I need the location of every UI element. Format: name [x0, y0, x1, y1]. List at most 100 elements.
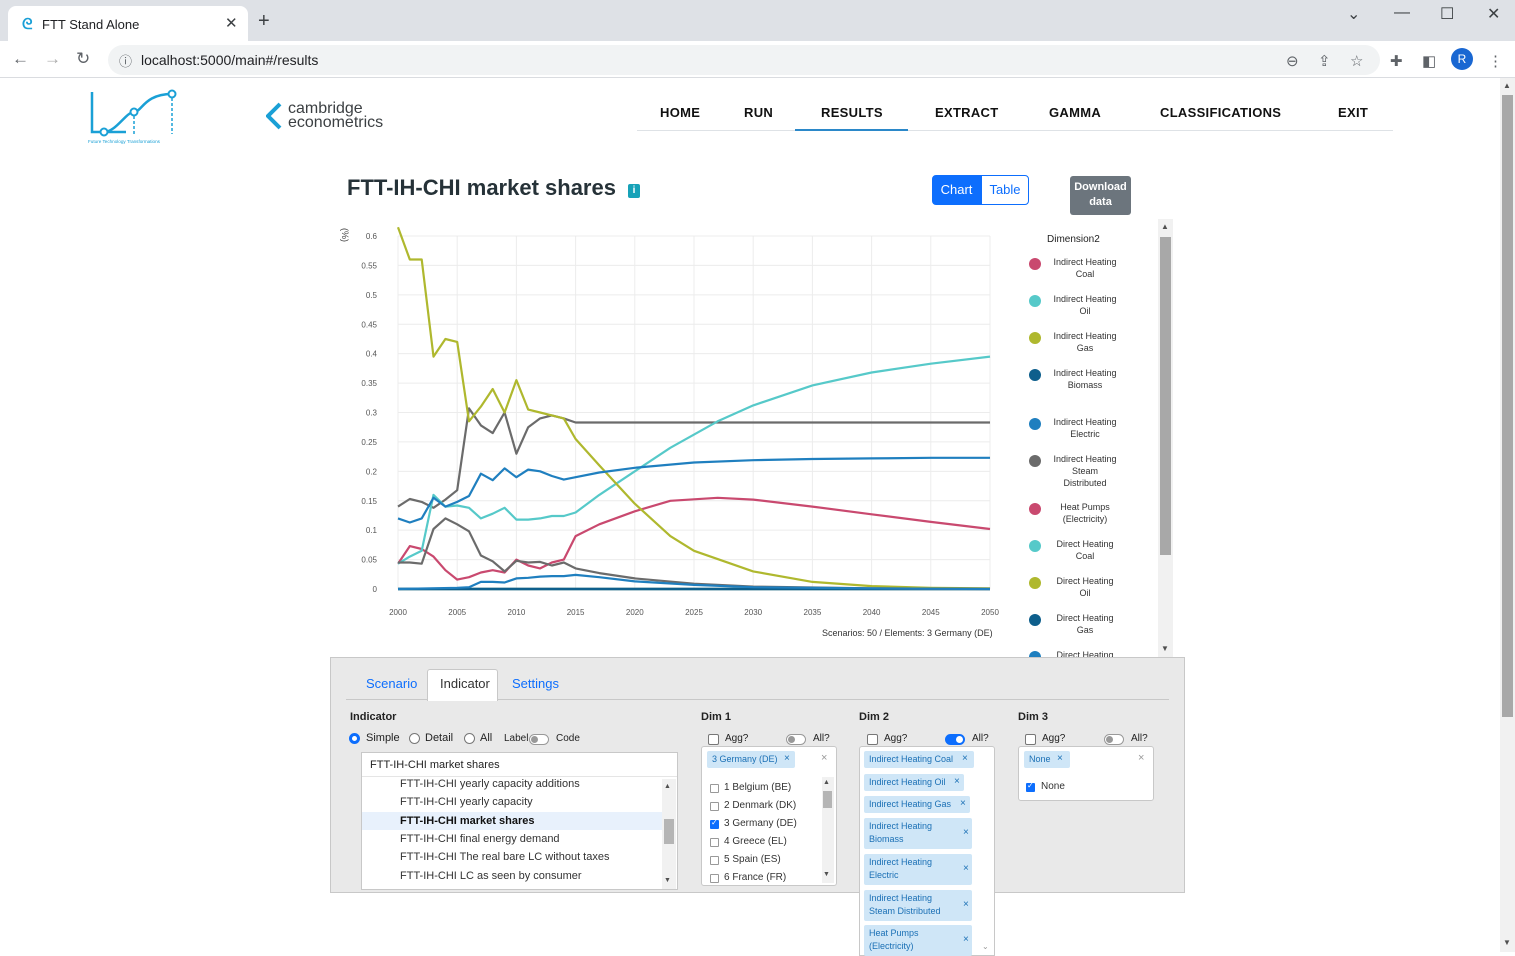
nav-gamma[interactable]: GAMMA — [1049, 105, 1101, 120]
nav-home[interactable]: HOME — [660, 105, 700, 120]
dim1-option[interactable]: 1 Belgium (BE) — [724, 782, 791, 793]
side-panel-icon[interactable]: ◧ — [1422, 52, 1436, 70]
nav-classifications[interactable]: CLASSIFICATIONS — [1160, 105, 1281, 120]
zoom-icon[interactable]: ⊖ — [1286, 52, 1299, 70]
close-tab-icon[interactable]: ✕ — [225, 14, 238, 32]
remove-chip-icon[interactable]: × — [954, 776, 960, 787]
scroll-down-icon[interactable]: ▼ — [1161, 644, 1169, 653]
indicator-option-selected[interactable]: FTT-IH-CHI market shares — [362, 812, 662, 830]
share-icon[interactable]: ⇪ — [1318, 52, 1331, 70]
close-window-icon[interactable]: ✕ — [1487, 4, 1500, 24]
scroll-up-icon[interactable]: ▲ — [1503, 81, 1511, 90]
remove-chip-icon[interactable]: × — [960, 798, 966, 809]
scroll-down-icon[interactable]: ▼ — [664, 877, 671, 884]
address-bar[interactable]: ⓘ localhost:5000/main#/results — [108, 45, 1380, 75]
dim3-option[interactable]: None — [1041, 781, 1065, 792]
remove-chip-icon[interactable]: × — [1057, 753, 1063, 764]
minimize-icon[interactable]: — — [1394, 4, 1410, 22]
remove-chip-icon[interactable]: × — [963, 899, 969, 910]
dim2-chip[interactable]: Indirect Heating Oil — [864, 774, 964, 791]
clear-selection-icon[interactable]: × — [1138, 752, 1144, 764]
remove-chip-icon[interactable]: × — [962, 753, 968, 764]
dim1-all-toggle[interactable] — [786, 734, 806, 745]
new-tab-icon[interactable]: + — [258, 11, 270, 31]
page-scroll-thumb[interactable] — [1502, 95, 1513, 717]
legend-scroll-thumb[interactable] — [1160, 237, 1171, 555]
indicator-scroll-thumb[interactable] — [664, 819, 674, 844]
back-icon[interactable]: ← — [12, 49, 29, 69]
dim1-option-checkbox[interactable] — [710, 784, 719, 793]
bookmark-star-icon[interactable]: ☆ — [1350, 52, 1363, 70]
menu-kebab-icon[interactable]: ⋮ — [1488, 52, 1503, 70]
radio-simple[interactable] — [349, 733, 360, 744]
remove-chip-icon[interactable]: × — [784, 753, 790, 764]
indicator-search-input[interactable]: FTT-IH-CHI market shares — [370, 759, 500, 771]
dim1-option[interactable]: 5 Spain (ES) — [724, 854, 781, 865]
chevron-down-icon[interactable]: ⌄ — [982, 942, 989, 951]
dim1-selected-chip[interactable]: 3 Germany (DE) — [707, 751, 795, 768]
ftt-logo[interactable]: Future Technology Transformations — [86, 88, 182, 146]
dim2-chip[interactable]: Indirect Heating Electric — [864, 854, 972, 885]
indicator-option[interactable]: FTT-IH-CHI LC as seen by consumer — [362, 867, 662, 885]
nav-run[interactable]: RUN — [744, 105, 773, 120]
dim2-chip[interactable]: Indirect Heating Gas — [864, 796, 970, 813]
dim1-option-checkbox[interactable] — [710, 874, 719, 883]
scroll-down-icon[interactable]: ▼ — [823, 871, 830, 878]
tab-scenario[interactable]: Scenario — [366, 676, 417, 691]
dim1-option-checkbox[interactable] — [710, 856, 719, 865]
download-data-button[interactable]: Download data — [1070, 176, 1131, 215]
clear-selection-icon[interactable]: × — [821, 752, 827, 764]
dim2-chip[interactable]: Indirect Heating Coal — [864, 751, 974, 768]
profile-avatar[interactable]: R — [1451, 48, 1473, 70]
dim3-option-checkbox-checked[interactable] — [1026, 781, 1035, 792]
dim3-all-toggle[interactable] — [1104, 734, 1124, 745]
maximize-icon[interactable]: ☐ — [1440, 4, 1454, 24]
scroll-down-icon[interactable]: ▼ — [1503, 938, 1511, 947]
indicator-option[interactable]: FTT-IH-CHI yearly capacity — [362, 793, 662, 811]
extensions-icon[interactable]: ✚ — [1390, 52, 1403, 70]
indicator-select-list[interactable]: FTT-IH-CHI market shares FTT-IH-CHI year… — [361, 752, 678, 890]
dim2-all-toggle[interactable] — [945, 734, 965, 745]
site-info-icon[interactable]: ⓘ — [119, 51, 132, 70]
nav-extract[interactable]: EXTRACT — [935, 105, 999, 120]
dim1-option-checkbox[interactable] — [710, 802, 719, 811]
indicator-option[interactable]: FTT-IH-CHI final energy demand — [362, 830, 662, 848]
browser-tab[interactable]: ᘓ FTT Stand Alone ✕ — [8, 6, 248, 41]
label-code-toggle[interactable] — [529, 734, 549, 745]
scroll-up-icon[interactable]: ▲ — [664, 783, 671, 790]
tab-search-icon[interactable]: ⌄ — [1347, 4, 1360, 24]
remove-chip-icon[interactable]: × — [963, 827, 969, 838]
dim1-option[interactable]: 4 Greece (EL) — [724, 836, 787, 847]
reload-icon[interactable]: ↻ — [76, 49, 90, 69]
nav-exit[interactable]: EXIT — [1338, 105, 1368, 120]
scroll-up-icon[interactable]: ▲ — [823, 779, 830, 786]
radio-detail[interactable] — [409, 733, 420, 744]
dim2-chip[interactable]: Heat Pumps (Electricity) — [864, 925, 972, 956]
indicator-scrollbar[interactable]: ▲ ▼ — [662, 779, 676, 889]
forward-icon[interactable]: → — [44, 49, 61, 69]
dim2-select[interactable]: Indirect Heating Coal × Indirect Heating… — [859, 746, 995, 956]
scroll-up-icon[interactable]: ▲ — [1161, 222, 1169, 231]
dim1-option-checkbox-checked[interactable] — [710, 818, 719, 829]
dim1-option-checkbox[interactable] — [710, 838, 719, 847]
dim3-select[interactable]: None × × None — [1018, 746, 1154, 801]
legend-scrollbar[interactable]: ▲ ▼ — [1158, 219, 1173, 657]
remove-chip-icon[interactable]: × — [963, 934, 969, 945]
dim2-chip[interactable]: Indirect Heating Biomass — [864, 818, 972, 849]
dim3-selected-chip[interactable]: None — [1024, 751, 1070, 768]
dim1-scrollbar[interactable]: ▲ ▼ — [822, 777, 834, 883]
dim2-agg-checkbox[interactable] — [867, 734, 878, 745]
dim1-agg-checkbox[interactable] — [708, 734, 719, 745]
dim1-option[interactable]: 3 Germany (DE) — [724, 818, 797, 829]
chart-view-button[interactable]: Chart — [932, 175, 981, 205]
remove-chip-icon[interactable]: × — [963, 863, 969, 874]
dim1-scroll-thumb[interactable] — [823, 791, 832, 808]
dim1-option[interactable]: 2 Denmark (DK) — [724, 800, 796, 811]
dim3-agg-checkbox[interactable] — [1025, 734, 1036, 745]
tab-settings[interactable]: Settings — [512, 676, 559, 691]
dim1-select[interactable]: 3 Germany (DE) × × 1 Belgium (BE) 2 Denm… — [701, 746, 837, 886]
nav-results[interactable]: RESULTS — [821, 105, 883, 120]
indicator-option[interactable]: FTT-IH-CHI The real bare LC without taxe… — [362, 848, 662, 866]
tab-indicator[interactable]: Indicator — [440, 676, 490, 691]
indicator-option[interactable]: FTT-IH-CHI yearly capacity additions — [362, 775, 662, 793]
